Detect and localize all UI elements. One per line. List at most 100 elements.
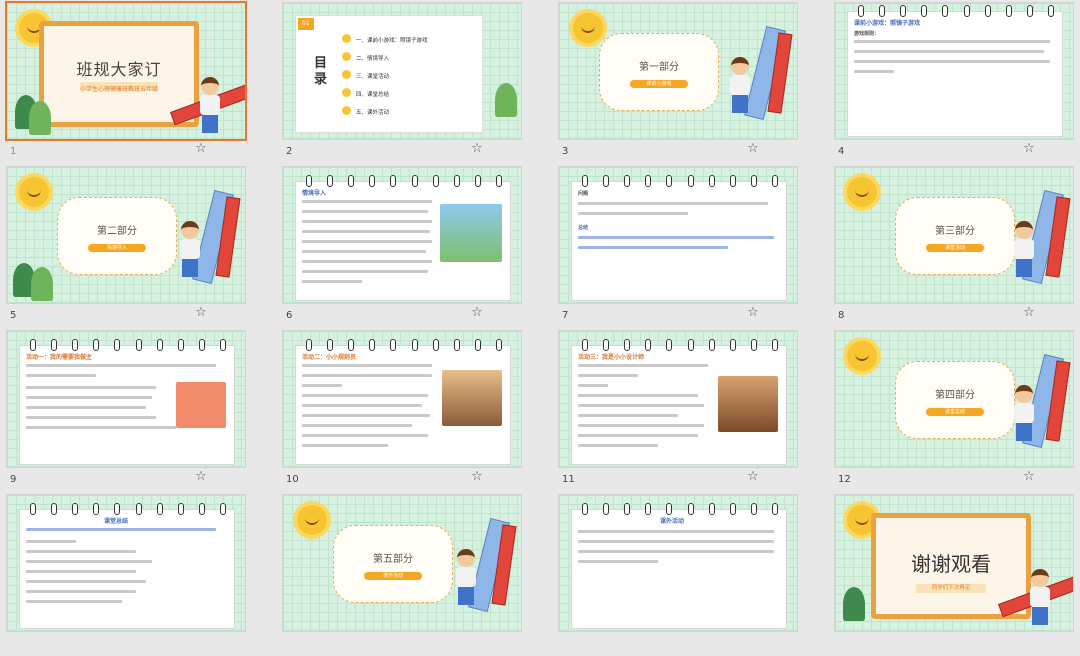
- text-line: [302, 414, 430, 417]
- text-line: [854, 50, 1044, 53]
- text-line: [578, 364, 708, 367]
- classroom-illustration: [176, 382, 226, 428]
- sun-icon: [342, 52, 351, 61]
- text-line: [302, 374, 432, 377]
- kid-illustration: [727, 57, 753, 115]
- binder-rings: [582, 175, 778, 187]
- slide-canvas[interactable]: 活动二：小小规则员: [282, 330, 522, 468]
- slide-thumbnail-13[interactable]: 课堂总结: [0, 492, 270, 656]
- slide-title: 班规大家订: [76, 60, 162, 79]
- star-outline-icon[interactable]: ☆: [746, 306, 760, 320]
- binder-rings: [30, 339, 226, 351]
- text-line: [578, 374, 638, 377]
- slide-canvas[interactable]: 第五部分 课外活动: [282, 494, 522, 632]
- sun-icon: [342, 88, 351, 97]
- text-line: [302, 270, 428, 273]
- slide-thumbnail-4[interactable]: 课前小游戏：照镜子游戏 游戏规则： 4 ☆: [828, 0, 1080, 164]
- text-line: [578, 424, 704, 427]
- section-pill: 课外活动: [364, 572, 422, 580]
- text-line: [578, 414, 678, 417]
- star-outline-icon[interactable]: ☆: [746, 470, 760, 484]
- text-line: [578, 560, 658, 563]
- slide-canvas[interactable]: 活动三：我是小小设计师: [558, 330, 798, 468]
- notebook-page: 课外活动: [571, 503, 787, 629]
- star-outline-icon[interactable]: ☆: [470, 142, 484, 156]
- star-outline-icon[interactable]: ☆: [1022, 142, 1036, 156]
- leaf-icon: [29, 101, 51, 135]
- slide-thumbnail-14[interactable]: 第五部分 课外活动: [276, 492, 546, 656]
- binder-rings: [582, 503, 778, 515]
- star-outline-icon[interactable]: ☆: [470, 306, 484, 320]
- text-line: [26, 580, 146, 583]
- notebook-page: 课前小游戏：照镜子游戏 游戏规则：: [847, 5, 1063, 137]
- toc-paper: 01 目录 一、课前小游戏：照镜子游戏 二、情境导入 三、课堂活动 四、课堂总结…: [295, 15, 483, 133]
- toc-item: 四、课堂总结: [356, 92, 390, 98]
- kid-illustration: [1011, 221, 1037, 279]
- slide-thumbnail-8[interactable]: 第三部分 课堂活动 8 ☆: [828, 164, 1080, 328]
- toc-item: 二、情境导入: [356, 56, 390, 62]
- page-heading: 活动三：我是小小设计师: [578, 354, 645, 361]
- text-line: [26, 416, 156, 419]
- slide-thumbnail-12[interactable]: 第四部分 课堂总结 12 ☆: [828, 328, 1080, 492]
- rabbit-illustration: [440, 204, 502, 262]
- slide-canvas[interactable]: 班规大家订 小学生心理健康班教班五年级: [5, 1, 247, 141]
- text-line: [302, 444, 388, 447]
- slide-thumbnail-10[interactable]: 活动二：小小规则员 10 ☆: [276, 328, 546, 492]
- text-line: [854, 40, 1050, 43]
- text-line: [302, 210, 428, 213]
- page-heading: 情境导入: [302, 190, 327, 197]
- text-line: [302, 220, 432, 223]
- slide-canvas[interactable]: 第二部分 情境导入: [6, 166, 246, 304]
- slide-canvas[interactable]: 课外活动: [558, 494, 798, 632]
- slide-thumbnail-16[interactable]: 谢谢观看 同学们下次再见: [828, 492, 1080, 656]
- text-line: [578, 530, 774, 533]
- kid-illustration: [1027, 569, 1053, 627]
- section-pill: 课堂活动: [926, 244, 984, 252]
- slide-thumbnail-15[interactable]: 课外活动: [552, 492, 822, 656]
- page-heading: 课外活动: [660, 518, 685, 525]
- slide-thumbnail-2[interactable]: 01 目录 一、课前小游戏：照镜子游戏 二、情境导入 三、课堂活动 四、课堂总结…: [276, 0, 546, 164]
- slide-number: 4: [838, 146, 845, 157]
- slide-canvas[interactable]: 情境导入: [282, 166, 522, 304]
- page-heading: 课堂总结: [104, 518, 129, 525]
- text-line: [26, 570, 136, 573]
- kid-illustration: [453, 549, 479, 607]
- slide-thumbnail-3[interactable]: 第一部分 课前小游戏 3 ☆: [552, 0, 822, 164]
- slide-canvas[interactable]: 第三部分 课堂活动: [834, 166, 1074, 304]
- text-line: [26, 374, 96, 377]
- slide-canvas[interactable]: 活动一：我的需要我做主: [6, 330, 246, 468]
- text-line: [302, 364, 432, 367]
- text-line: [578, 394, 698, 397]
- slide-thumbnail-11[interactable]: 活动三：我是小小设计师 11 ☆: [552, 328, 822, 492]
- slide-canvas[interactable]: 谢谢观看 同学们下次再见: [834, 494, 1074, 632]
- text-line: [578, 246, 728, 249]
- toc-item: 五、课外活动: [356, 110, 390, 116]
- slide-thumbnail-6[interactable]: 情境导入 6 ☆: [276, 164, 546, 328]
- slide-canvas[interactable]: 第四部分 课堂总结: [834, 330, 1074, 468]
- thanks-title: 谢谢观看: [911, 552, 991, 576]
- star-outline-icon[interactable]: ☆: [194, 470, 208, 484]
- sun-icon: [847, 177, 877, 207]
- page-heading: 活动一：我的需要我做主: [26, 354, 93, 361]
- slide-thumbnail-7[interactable]: 问题 总结 7 ☆: [552, 164, 822, 328]
- page-heading: 课前小游戏：照镜子游戏: [854, 20, 921, 27]
- binder-rings: [30, 503, 226, 515]
- star-outline-icon[interactable]: ☆: [194, 306, 208, 320]
- star-outline-icon[interactable]: ☆: [1022, 306, 1036, 320]
- slide-canvas[interactable]: 第一部分 课前小游戏: [558, 2, 798, 140]
- star-outline-icon[interactable]: ☆: [194, 142, 208, 156]
- star-outline-icon[interactable]: ☆: [1022, 470, 1036, 484]
- slide-canvas[interactable]: 问题 总结: [558, 166, 798, 304]
- slide-thumbnail-1[interactable]: 班规大家订 小学生心理健康班教班五年级 1 ☆: [0, 0, 270, 164]
- slide-canvas[interactable]: 课前小游戏：照镜子游戏 游戏规则：: [834, 2, 1074, 140]
- text-line: [578, 384, 608, 387]
- slide-thumbnail-5[interactable]: 第二部分 情境导入 5 ☆: [0, 164, 270, 328]
- star-outline-icon[interactable]: ☆: [470, 470, 484, 484]
- slide-canvas[interactable]: 01 目录 一、课前小游戏：照镜子游戏 二、情境导入 三、课堂活动 四、课堂总结…: [282, 2, 522, 140]
- slide-canvas[interactable]: 课堂总结: [6, 494, 246, 632]
- leaf-icon: [495, 83, 517, 117]
- star-outline-icon[interactable]: ☆: [746, 142, 760, 156]
- kid-illustration: [197, 77, 223, 135]
- slide-number: 6: [286, 310, 293, 321]
- slide-thumbnail-9[interactable]: 活动一：我的需要我做主 9 ☆: [0, 328, 270, 492]
